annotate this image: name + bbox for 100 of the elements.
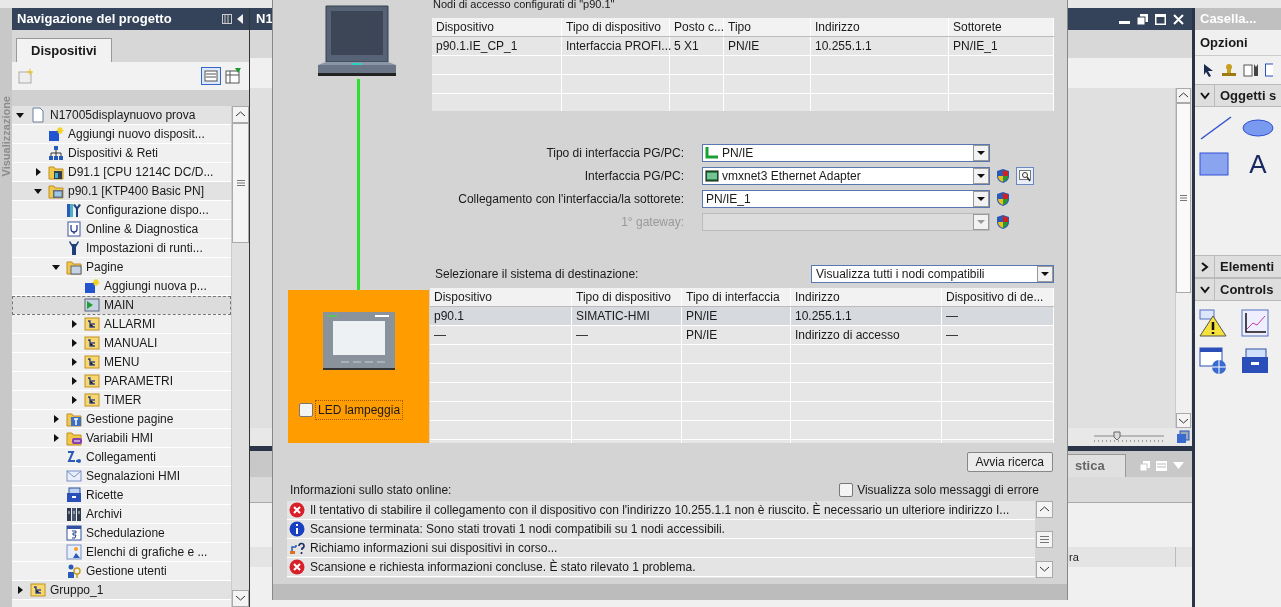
checkbox[interactable] [299,403,313,417]
tree-item[interactable]: Collegamenti [12,448,231,467]
wrench-icon [66,240,82,256]
column-header[interactable]: Dispositivo [430,288,572,306]
panel-tab[interactable]: stica [1066,454,1126,477]
column-header[interactable]: Indirizzo [811,18,949,36]
column-header[interactable]: Dispositivo di de... [942,288,1054,306]
section-title: Nodi di accesso configurati di "p90.1" [433,0,616,10]
tree-item[interactable]: Ricette [12,486,231,505]
tree-item[interactable]: Online & Diagnostica [12,220,231,239]
column-header[interactable]: Tipo [724,18,811,36]
text-tool[interactable]: A [1241,151,1275,177]
field-label: Interfaccia PG/PC: [583,168,685,185]
field-label: 1° gateway: [620,214,685,231]
tree-item[interactable]: N17005displaynuovo prova [12,106,231,125]
dropdown-field[interactable]: vmxnet3 Ethernet Adapter [702,167,990,185]
section-header[interactable]: Controls [1195,278,1281,301]
checkbox[interactable] [839,483,854,497]
tree-item[interactable]: Gruppo_1 [12,581,231,600]
section-title: Informazioni sullo stato online: [290,482,452,499]
table-cell: 10.255.1.1 [791,307,942,325]
screen-management-icon [66,411,82,427]
column-header[interactable]: Tipo di dispositivo [572,288,682,306]
checkbox-label: LED lampeggia [315,400,404,420]
grip-icon [1180,195,1187,201]
checkbox-label: Visualizza solo messaggi di errore [857,482,1039,499]
dropdown-field[interactable]: PN/IE [702,144,990,162]
message-text: Richiamo informazioni sui dispositivi in corso... [310,540,558,557]
table-cell: PN/IE [682,326,791,344]
minimize-icon [1119,20,1130,24]
search-icon [1019,170,1031,182]
tree-item[interactable]: Elenchi di grafiche e ... [12,543,231,562]
dropdown-field[interactable]: Visualizza tutti i nodi compatibili [811,265,1054,283]
table-export-icon [225,67,243,85]
tree-item[interactable]: Variabili HMI [12,429,231,448]
message-text: Scansione terminata: Sono stati trovati 1 nodi compatibili su 1 nodi accessibili. [310,521,725,538]
connections-icon [66,449,82,465]
dropdown-field[interactable]: PN/IE_1 [702,190,990,208]
stamp-icon [1221,63,1237,77]
collapsed-arrow-icon [52,415,60,423]
tree-item[interactable]: MENU [12,353,231,372]
tree-item[interactable]: Impostazioni di runti... [12,239,231,258]
screen-icon [84,297,100,313]
tree-item[interactable]: MAIN [12,296,231,315]
tree-item[interactable]: PARAMETRI [12,372,231,391]
column-header[interactable]: Tipo di interfaccia [682,288,791,306]
tree-item[interactable]: Dispositivi & Reti [12,144,231,163]
section-header[interactable]: Oggetti s [1195,84,1281,107]
tree-item[interactable]: MANUALI [12,334,231,353]
trend-view-icon [1241,309,1269,337]
users-icon [66,563,82,579]
ellipse-tool-icon [1241,118,1275,138]
column-header[interactable]: Posto c... [670,18,724,36]
column-header[interactable]: Indirizzo [791,288,942,306]
tree-item[interactable]: Configurazione dispo... [12,201,231,220]
section-header[interactable]: Elementi [1195,255,1281,278]
table-cell: 5 X1 [670,37,724,55]
start-search-button[interactable]: Avvia ricerca [966,452,1053,472]
table-cell: — [430,326,572,344]
table-cell: PN/IE [682,307,791,325]
list-icon [1156,460,1167,471]
screen-group-icon [84,373,100,389]
tree-item[interactable]: Segnalazioni HMI [12,467,231,486]
scrollbar[interactable] [1175,88,1191,428]
error-icon [289,559,305,575]
tree-item[interactable]: Aggiungi nuovo disposit... [12,125,231,144]
tree-item[interactable]: TIMER [12,391,231,410]
collapsed-arrow-icon [52,434,60,442]
add-item-icon [48,126,64,142]
scrollbar[interactable] [231,106,249,607]
table-cell: SIMATIC-HMI [572,307,682,325]
search-button[interactable] [1016,167,1034,185]
chevron-down-icon [1199,285,1210,294]
column-header[interactable]: Sottorete [949,18,1054,36]
screen-group-icon [84,354,100,370]
tree-item[interactable]: Pagine [12,258,231,277]
table-row[interactable]: — — PN/IE Indirizzo di accesso — [430,326,1054,345]
column-header[interactable]: Tipo di dispositivo [562,18,670,36]
zoom-slider-icon [1094,431,1164,443]
table-cell: 10.255.1.1 [811,37,949,55]
card-box-icon [66,487,82,503]
field-label: Tipo di interfaccia PG/PC: [545,145,685,162]
info-icon [289,521,305,537]
navigation-icon [1176,430,1190,444]
table-row[interactable]: p90.1 SIMATIC-HMI PN/IE 10.255.1.1 — [430,307,1054,326]
table-cell: Interfaccia PROFI... [562,37,670,55]
maximize-icon [1155,13,1166,25]
collapsed-arrow-icon [70,320,78,328]
chevron-right-icon [1200,261,1209,272]
rectangle-tool-icon [1199,152,1229,176]
scrollbar[interactable] [1035,501,1053,578]
collapsed-arrow-icon [16,586,24,594]
tree-item[interactable]: p90.1 [KTP400 Basic PN] [12,182,231,201]
panel-tab[interactable]: Dispositivi [16,38,112,62]
network-port-icon [705,146,719,160]
tree-item[interactable]: Gestione pagine [12,410,231,429]
tree-item[interactable]: ALLARMI [12,315,231,334]
tree-item[interactable]: Schedulazione [12,524,231,543]
column-header[interactable]: Dispositivo [432,18,562,36]
tree-item[interactable]: Archivi [12,505,231,524]
